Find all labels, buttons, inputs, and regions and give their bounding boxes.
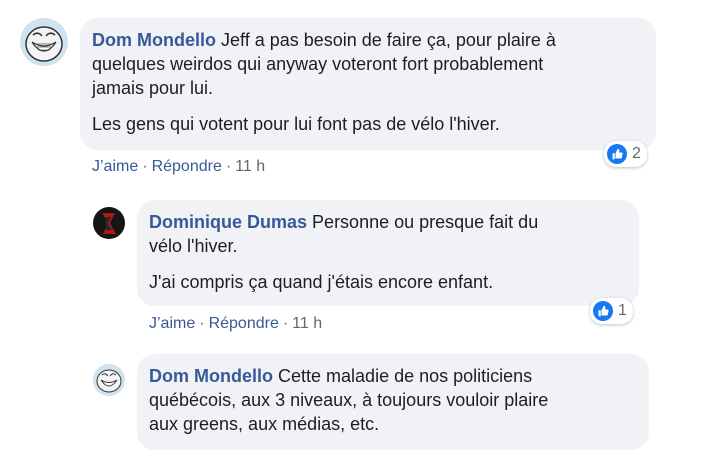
comment-text-line: jamais pour lui. — [92, 78, 214, 98]
reply-link[interactable]: Répondre — [152, 158, 222, 175]
comment-paragraph: Les gens qui votent pour lui font pas de… — [92, 114, 500, 134]
like-thumb-icon — [607, 144, 627, 164]
trollface-avatar-image — [93, 364, 125, 396]
comment-text-line: vélo l'hiver. — [149, 236, 238, 256]
comment-actions: J’aime · Répondre · 11 h — [149, 315, 322, 333]
avatar-dom-mondello[interactable] — [20, 18, 68, 66]
reaction-count: 2 — [632, 145, 641, 162]
comment-author-name[interactable]: Dominique Dumas — [149, 212, 307, 232]
comment-author-name[interactable]: Dom Mondello — [92, 30, 216, 50]
like-link[interactable]: J’aime — [92, 158, 138, 175]
timestamp[interactable]: 11 h — [292, 315, 322, 332]
reply-bubble: Dominique Dumas Personne ou presque fait… — [137, 200, 639, 306]
comment-bubble: Dom Mondello Jeff a pas besoin de faire … — [80, 18, 656, 150]
comment-text: Jeff a pas besoin de faire ça, pour plai… — [221, 30, 556, 50]
reply-link[interactable]: Répondre — [209, 315, 279, 332]
separator: · — [225, 158, 232, 175]
like-link[interactable]: J’aime — [149, 315, 195, 332]
reaction-summary[interactable]: 1 — [590, 298, 633, 324]
comment-actions: J’aime · Répondre · 11 h — [92, 158, 265, 176]
avatar-dom-mondello[interactable] — [93, 364, 125, 396]
reaction-summary[interactable]: 2 — [604, 141, 647, 167]
comment-text-line: quelques weirdos qui anyway voteront for… — [92, 54, 544, 74]
comment-text-line: aux greens, aux médias, etc. — [149, 414, 380, 434]
separator: · — [142, 158, 148, 175]
comment-text: Personne ou presque fait du — [312, 212, 539, 232]
comment-paragraph: J'ai compris ça quand j'étais encore enf… — [149, 272, 494, 292]
trollface-avatar-image — [20, 18, 68, 66]
comment-text-line: québécois, aux 3 niveaux, à toujours vou… — [149, 390, 549, 410]
avatar-dominique-dumas[interactable] — [93, 207, 125, 239]
comment-author-name[interactable]: Dom Mondello — [149, 366, 273, 386]
reply-bubble: Dom Mondello Cette maladie de nos politi… — [137, 354, 649, 450]
separator: · — [282, 315, 289, 332]
comment-text: Cette maladie de nos politiciens — [278, 366, 533, 386]
separator: · — [199, 315, 205, 332]
like-thumb-icon — [593, 301, 613, 321]
dark-avatar-image — [93, 207, 125, 239]
reaction-count: 1 — [618, 302, 627, 319]
timestamp[interactable]: 11 h — [235, 158, 265, 175]
